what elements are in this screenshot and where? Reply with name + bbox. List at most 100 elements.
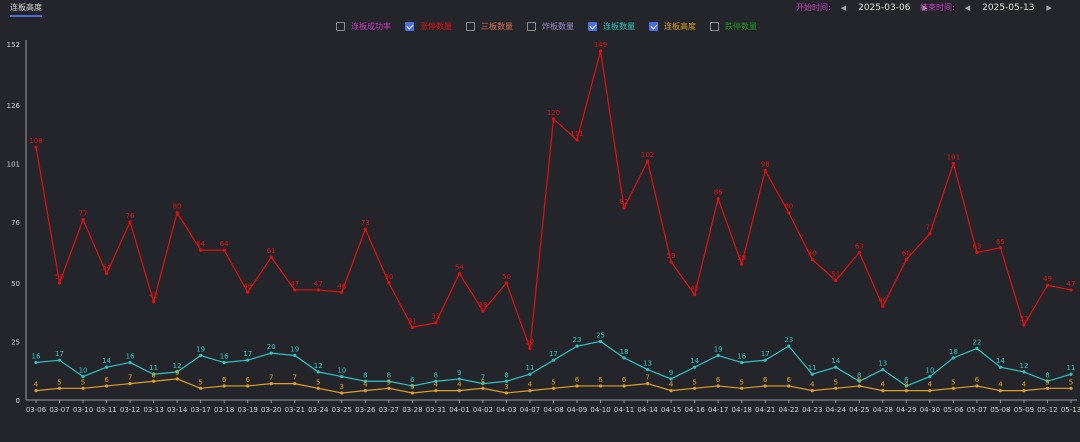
- data-point: [787, 344, 791, 348]
- data-point: [222, 360, 226, 365]
- x-tick-label: 04-30: [920, 406, 940, 414]
- data-point: [834, 365, 838, 369]
- data-point: [152, 379, 156, 383]
- data-label: 31: [408, 317, 417, 325]
- data-point: [975, 346, 979, 351]
- x-tick-label: 03-10: [73, 406, 93, 414]
- data-point: [951, 386, 955, 390]
- data-label: 5: [951, 378, 955, 386]
- x-tick-label: 03-06: [26, 406, 47, 414]
- data-point: [881, 304, 885, 308]
- data-label: 4: [528, 381, 533, 389]
- data-label: 5: [692, 378, 696, 386]
- data-point: [904, 257, 908, 262]
- data-point: [1045, 386, 1050, 390]
- data-point: [199, 353, 203, 358]
- data-label: 6: [622, 376, 627, 384]
- data-point: [740, 262, 744, 266]
- data-point: [81, 386, 85, 390]
- x-tick-label: 04-11: [614, 406, 634, 414]
- data-label: 98: [761, 160, 770, 168]
- data-label: 50: [502, 273, 511, 281]
- data-point: [504, 391, 509, 395]
- data-point: [716, 384, 720, 388]
- data-point: [528, 389, 532, 393]
- data-label: 47: [1067, 280, 1076, 288]
- data-label: 4: [363, 381, 368, 389]
- data-label: 58: [737, 254, 746, 262]
- data-point: [881, 367, 885, 372]
- y-tick-label: 101: [7, 160, 20, 168]
- x-tick-label: 03-20: [261, 406, 281, 414]
- data-point: [504, 281, 509, 285]
- data-label: 11: [526, 364, 535, 372]
- x-tick-label: 04-03: [496, 406, 516, 414]
- x-tick-label: 03-17: [190, 406, 210, 414]
- data-label: 25: [596, 331, 605, 339]
- data-label: 4: [1022, 381, 1027, 389]
- data-point: [598, 49, 603, 53]
- data-point: [810, 389, 814, 393]
- data-label: 5: [198, 378, 202, 386]
- data-point: [434, 321, 438, 325]
- x-tick-label: 05-08: [990, 406, 1010, 414]
- x-tick-label: 03-12: [120, 406, 140, 414]
- data-point: [857, 250, 861, 255]
- data-point: [998, 365, 1003, 369]
- data-label: 54: [102, 264, 111, 272]
- data-label: 60: [808, 249, 817, 257]
- x-tick-label: 04-25: [849, 406, 869, 414]
- y-tick-label: 25: [11, 338, 20, 346]
- data-point: [998, 389, 1003, 393]
- data-label: 5: [387, 378, 391, 386]
- data-label: 7: [269, 374, 273, 382]
- data-label: 6: [857, 376, 862, 384]
- data-label: 9: [669, 369, 673, 377]
- data-point: [951, 161, 955, 166]
- data-label: 16: [32, 353, 41, 361]
- data-point: [857, 384, 861, 388]
- data-point: [645, 159, 650, 163]
- data-point: [128, 220, 132, 224]
- data-label: 22: [972, 338, 981, 346]
- data-label: 13: [878, 360, 887, 368]
- data-point: [387, 281, 391, 285]
- data-label: 73: [361, 219, 370, 227]
- data-label: 17: [549, 350, 558, 358]
- x-tick-label: 03-25: [332, 406, 352, 414]
- data-label: 12: [314, 362, 323, 370]
- x-tick-label: 03-28: [402, 406, 422, 414]
- data-label: 14: [690, 357, 699, 365]
- data-label: 101: [947, 153, 960, 161]
- data-point: [622, 384, 626, 388]
- x-tick-label: 04-09: [567, 406, 587, 414]
- data-label: 7: [293, 374, 297, 382]
- data-point: [128, 382, 132, 386]
- data-label: 4: [928, 381, 933, 389]
- x-tick-label: 03-14: [167, 406, 188, 414]
- x-tick-label: 03-24: [308, 406, 329, 414]
- data-label: 149: [594, 41, 607, 49]
- data-label: 32: [1019, 315, 1028, 323]
- data-label: 4: [669, 381, 674, 389]
- data-label: 5: [739, 378, 743, 386]
- data-point: [1045, 283, 1050, 287]
- data-label: 4: [434, 381, 439, 389]
- data-label: 18: [949, 348, 958, 356]
- data-label: 54: [455, 264, 464, 272]
- data-point: [246, 384, 250, 388]
- data-label: 86: [714, 189, 723, 197]
- data-label: 18: [620, 348, 629, 356]
- data-point: [363, 389, 367, 393]
- data-point: [693, 365, 697, 369]
- data-point: [551, 386, 556, 390]
- data-label: 4: [881, 381, 886, 389]
- data-point: [928, 374, 932, 379]
- data-point: [434, 389, 438, 393]
- data-point: [810, 372, 814, 376]
- data-label: 17: [761, 350, 770, 358]
- x-tick-label: 04-10: [590, 406, 610, 414]
- data-label: 11: [808, 364, 817, 372]
- x-tick-label: 03-21: [285, 406, 305, 414]
- x-tick-label: 03-11: [96, 406, 116, 414]
